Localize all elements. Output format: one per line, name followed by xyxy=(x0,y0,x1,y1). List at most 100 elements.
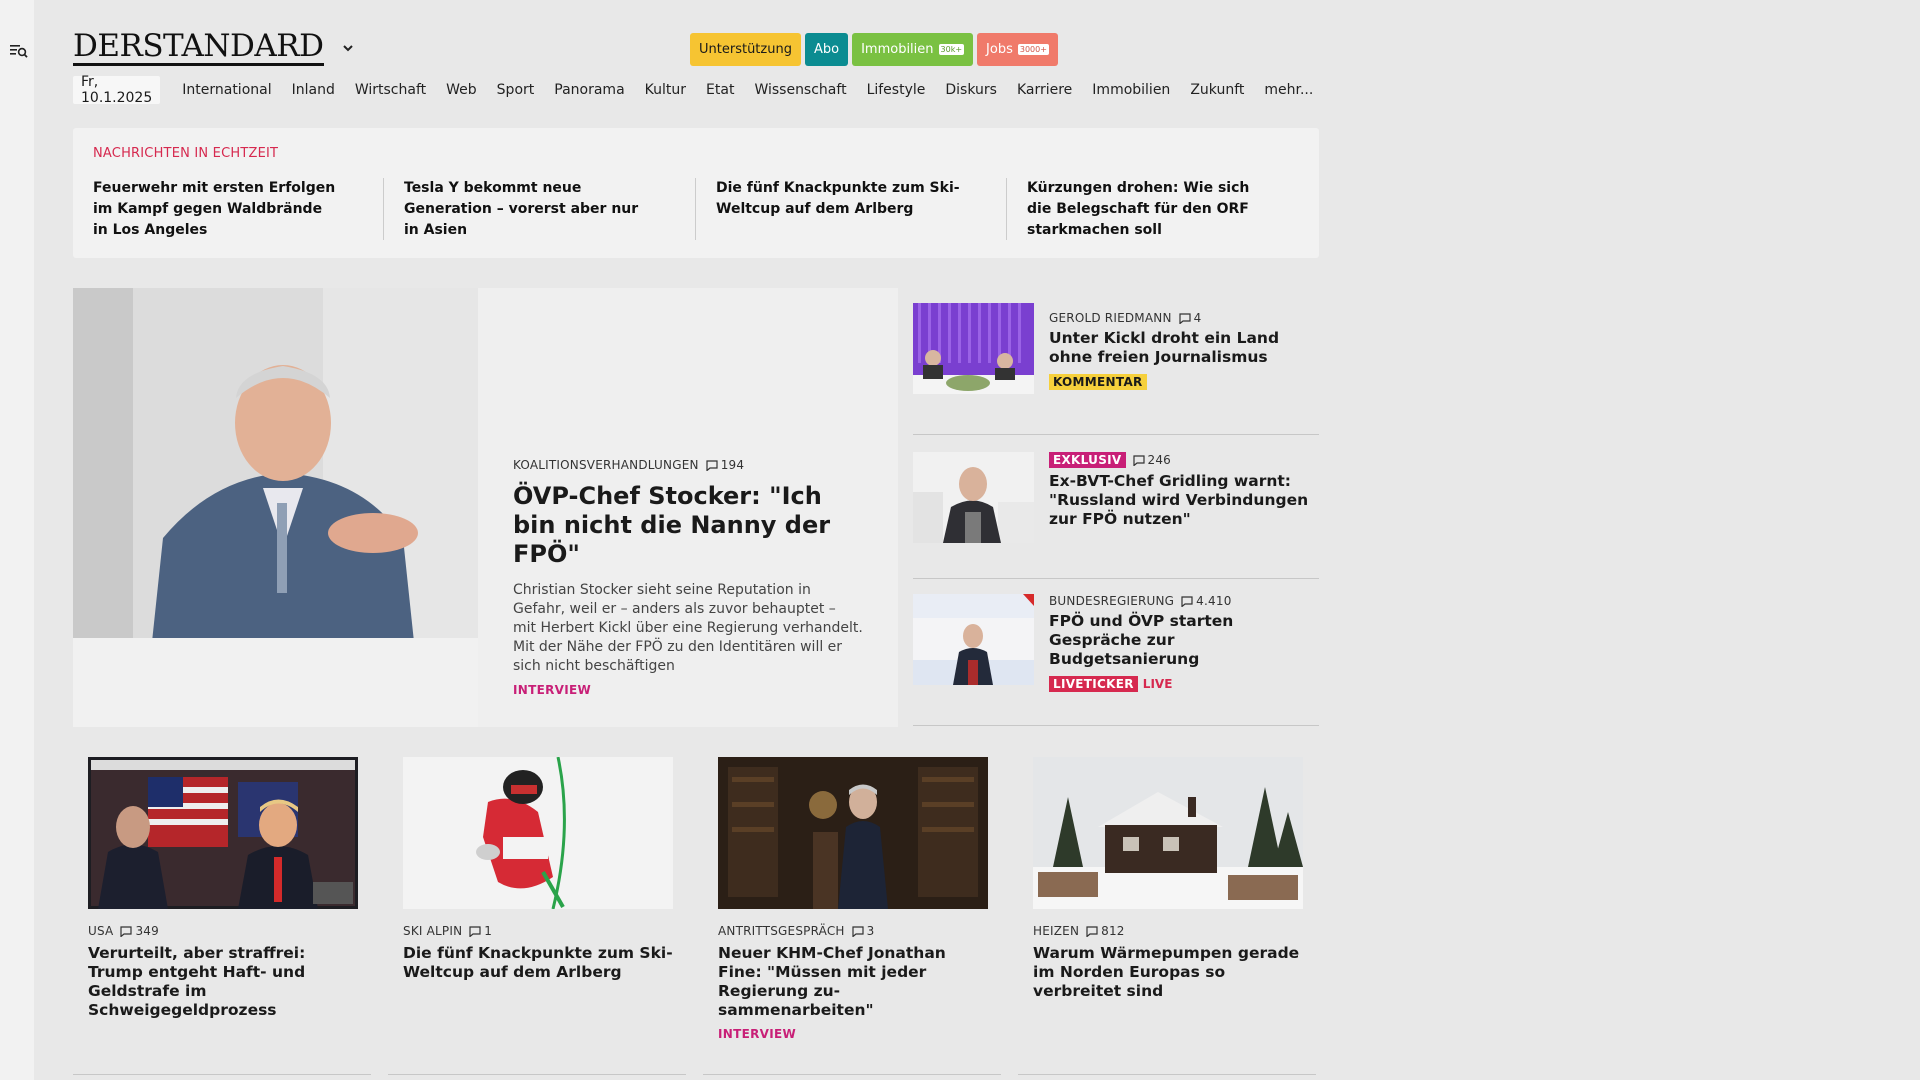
nav-item-karriere[interactable]: Karriere xyxy=(1017,82,1072,98)
comment-count[interactable]: 194 xyxy=(706,458,745,472)
video-screen-photo xyxy=(88,757,358,909)
abo-button[interactable]: Abo xyxy=(804,33,849,66)
comment-count[interactable]: 246 xyxy=(1132,453,1172,467)
divider xyxy=(695,178,696,240)
comment-count-value: 1 xyxy=(484,924,493,938)
realtime-item[interactable]: Kürzungen drohen: Wie sich die Be­legsch… xyxy=(1027,178,1272,241)
hero-kicker: KOALITIONSVERHANDLUNGEN 194 xyxy=(513,458,863,472)
story-card-image[interactable] xyxy=(1033,757,1303,909)
site-logo[interactable]: DERSTANDARD xyxy=(73,30,324,66)
interview-tag: INTERVIEW xyxy=(718,1027,797,1041)
divider xyxy=(1006,178,1007,240)
divider xyxy=(383,178,384,240)
immobilien-label: Immobilien xyxy=(861,42,934,57)
side-story-text: BUNDESREGIERUNG 4.410 FPÖ und ÖVP starte… xyxy=(1049,594,1319,692)
nav-item-sport[interactable]: Sport xyxy=(497,82,535,98)
nav-item-international[interactable]: International xyxy=(182,82,271,98)
side-story-title[interactable]: FPÖ und ÖVP starten Gespräche zur Budget… xyxy=(1049,612,1319,669)
realtime-item[interactable]: Die fünf Knackpunkte zum Ski-Welt­cup au… xyxy=(716,178,961,220)
nav-item-kultur[interactable]: Kultur xyxy=(645,82,686,98)
hero-image[interactable] xyxy=(73,288,478,727)
nav-item-etat[interactable]: Etat xyxy=(706,82,734,98)
side-story-text: GEROLD RIEDMANN 4 Unter Kickl droht ein … xyxy=(1049,311,1319,390)
comment-count[interactable]: 812 xyxy=(1086,924,1125,938)
nav-item-zukunft[interactable]: Zukunft xyxy=(1190,82,1244,98)
nav-item-inland[interactable]: Inland xyxy=(292,82,335,98)
hero-teaser: Christian Stocker sieht seine Reputation… xyxy=(513,582,863,674)
nav-item-web[interactable]: Web xyxy=(446,82,477,98)
kicker-label: KOALITIONSVERHANDLUNGEN xyxy=(513,458,699,472)
nav-item-more[interactable]: mehr... xyxy=(1264,82,1313,98)
nav-item-diskurs[interactable]: Diskurs xyxy=(945,82,997,98)
interview-tag: INTERVIEW xyxy=(513,683,592,697)
jobs-button[interactable]: Jobs 3000+ xyxy=(977,33,1058,66)
comment-count[interactable]: 3 xyxy=(852,924,875,938)
comment-count[interactable]: 1 xyxy=(469,924,492,938)
realtime-item[interactable]: Tesla Y bekommt neue Generation – vorers… xyxy=(404,178,649,241)
nav-date: Fr, 10.1.2025 xyxy=(73,74,161,106)
nav-item-immobilien[interactable]: Immobilien xyxy=(1092,82,1170,98)
kicker-label: ANTRITTSGESPRÄCH xyxy=(718,924,845,938)
nav-item-lifestyle[interactable]: Lifestyle xyxy=(867,82,926,98)
story-card-image[interactable] xyxy=(718,757,988,909)
kicker-label: GEROLD RIEDMANN xyxy=(1049,311,1172,325)
nav-item-wissenschaft[interactable]: Wissenschaft xyxy=(754,82,846,98)
jobs-label: Jobs xyxy=(986,42,1013,57)
divider xyxy=(913,725,1319,726)
side-kicker: EXKLUSIV 246 xyxy=(1049,452,1319,468)
nav-item-panorama[interactable]: Panorama xyxy=(554,82,624,98)
story-card: HEIZEN 812 Warum Wärmepumpen gerade im N… xyxy=(1033,757,1303,1001)
hero-text: KOALITIONSVERHANDLUNGEN 194 ÖVP-Chef Sto… xyxy=(513,458,863,697)
story-card-image[interactable] xyxy=(403,757,673,909)
side-story-title[interactable]: Unter Kickl droht ein Land ohne freien J… xyxy=(1049,329,1319,367)
side-story-image[interactable] xyxy=(913,303,1034,394)
comment-count[interactable]: 349 xyxy=(120,924,159,938)
side-story: BUNDESREGIERUNG 4.410 FPÖ und ÖVP starte… xyxy=(913,594,1319,734)
logo-row: DERSTANDARD xyxy=(73,30,354,66)
card-kicker: SKI ALPIN 1 xyxy=(403,924,673,938)
comment-icon xyxy=(852,925,864,937)
story-card-image[interactable] xyxy=(88,757,358,909)
comment-count-value: 246 xyxy=(1147,453,1172,467)
support-button[interactable]: Unterstützung xyxy=(690,33,801,66)
side-story-image[interactable] xyxy=(913,594,1034,685)
comment-count[interactable]: 4 xyxy=(1179,311,1202,325)
story-card-title[interactable]: Die fünf Knackpunkte zum Ski-Weltcup auf… xyxy=(403,944,673,982)
comment-icon xyxy=(469,925,481,937)
menu-search-icon[interactable] xyxy=(10,43,28,59)
museum-director-photo xyxy=(718,757,988,909)
side-story-image[interactable] xyxy=(913,452,1034,543)
liveticker-badge: LIVETICKER xyxy=(1049,676,1138,692)
side-story: GEROLD RIEDMANN 4 Unter Kickl droht ein … xyxy=(913,303,1319,443)
divider xyxy=(703,1074,1001,1075)
story-card-title[interactable]: Neuer KHM-Chef Jonathan Fine: "Müssen mi… xyxy=(718,944,988,1020)
realtime-label: NACHRICHTEN IN ECHTZEIT xyxy=(93,146,279,161)
card-kicker: HEIZEN 812 xyxy=(1033,924,1303,938)
comment-icon xyxy=(706,459,718,471)
nav-item-wirtschaft[interactable]: Wirtschaft xyxy=(355,82,426,98)
comment-count-value: 3 xyxy=(866,924,875,938)
kicker-label: SKI ALPIN xyxy=(403,924,463,938)
comment-icon xyxy=(120,925,133,937)
story-card-title[interactable]: Verurteilt, aber straffrei: Trump entgeh… xyxy=(88,944,358,1020)
portrait-photo xyxy=(73,288,478,727)
divider xyxy=(73,1074,371,1075)
realtime-news-box: NACHRICHTEN IN ECHTZEIT Feuerwehr mit er… xyxy=(73,128,1319,258)
comment-count-value: 194 xyxy=(720,458,745,472)
header-buttons: Unterstützung Abo Immobilien 30k+ Jobs 3… xyxy=(690,33,1058,66)
divider xyxy=(1018,1074,1316,1075)
snowy-cabin-photo xyxy=(1033,757,1303,909)
card-kicker: USA 349 xyxy=(88,924,358,938)
comment-count-value: 4 xyxy=(1193,311,1202,325)
comment-count[interactable]: 4.410 xyxy=(1181,594,1231,608)
exklusiv-badge: EXKLUSIV xyxy=(1049,452,1126,468)
immobilien-button[interactable]: Immobilien 30k+ xyxy=(852,33,974,66)
realtime-item[interactable]: Feuerwehr mit ersten Erfolgen im Kampf g… xyxy=(93,178,338,241)
story-card-title[interactable]: Warum Wärmepumpen gerade im Norden Europ… xyxy=(1033,944,1303,1001)
side-story-title[interactable]: Ex-BVT-Chef Gridling warnt: "Russland wi… xyxy=(1049,472,1319,529)
chevron-down-icon[interactable] xyxy=(342,42,354,54)
hero-title[interactable]: ÖVP-Chef Stocker: "Ich bin nicht die Nan… xyxy=(513,482,863,569)
side-story-text: EXKLUSIV 246 Ex-BVT-Chef Gridling warnt:… xyxy=(1049,452,1319,529)
kicker-label: BUNDESREGIERUNG xyxy=(1049,594,1175,608)
divider xyxy=(388,1074,686,1075)
